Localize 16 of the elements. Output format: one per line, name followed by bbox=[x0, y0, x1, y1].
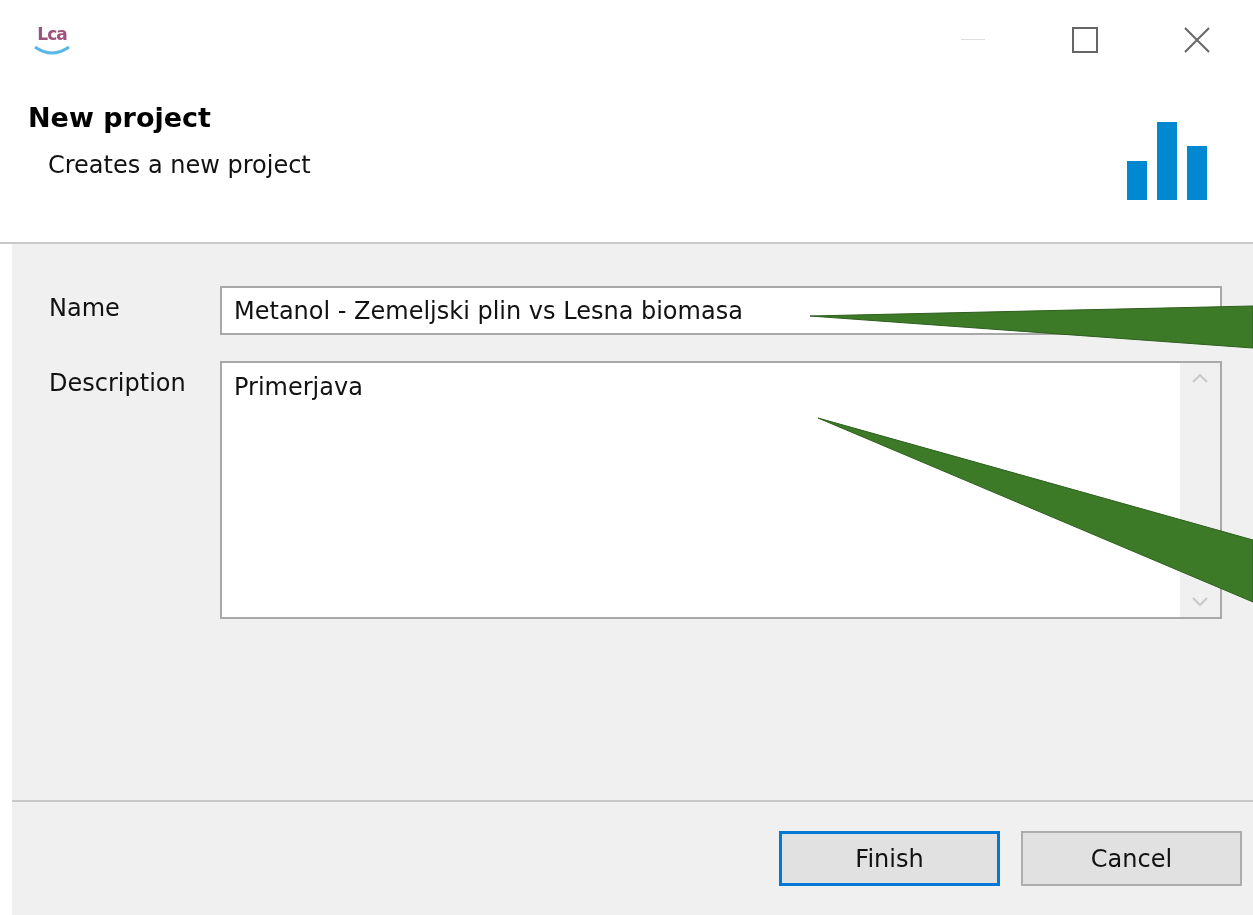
logo-arc-icon bbox=[33, 45, 71, 57]
field-label: Description bbox=[49, 368, 186, 397]
field-value: Primerjava bbox=[234, 373, 363, 401]
close-icon[interactable] bbox=[1184, 27, 1210, 53]
scroll-down-icon[interactable] bbox=[1192, 597, 1208, 607]
cancel-button[interactable]: Cancel bbox=[1021, 831, 1242, 886]
dialog-subtitle: Creates a new project bbox=[48, 151, 311, 179]
finish-button[interactable]: Finish bbox=[779, 831, 1000, 886]
minimize-icon[interactable] bbox=[961, 39, 985, 41]
logo-text: Lca bbox=[37, 23, 67, 45]
scroll-up-icon[interactable] bbox=[1192, 373, 1208, 383]
dialog-title: New project bbox=[28, 102, 212, 133]
field-label: Name bbox=[49, 293, 120, 322]
maximize-icon[interactable] bbox=[1072, 27, 1098, 53]
description-field[interactable]: Primerjava bbox=[220, 361, 1222, 619]
bar-chart-icon bbox=[1127, 122, 1207, 200]
